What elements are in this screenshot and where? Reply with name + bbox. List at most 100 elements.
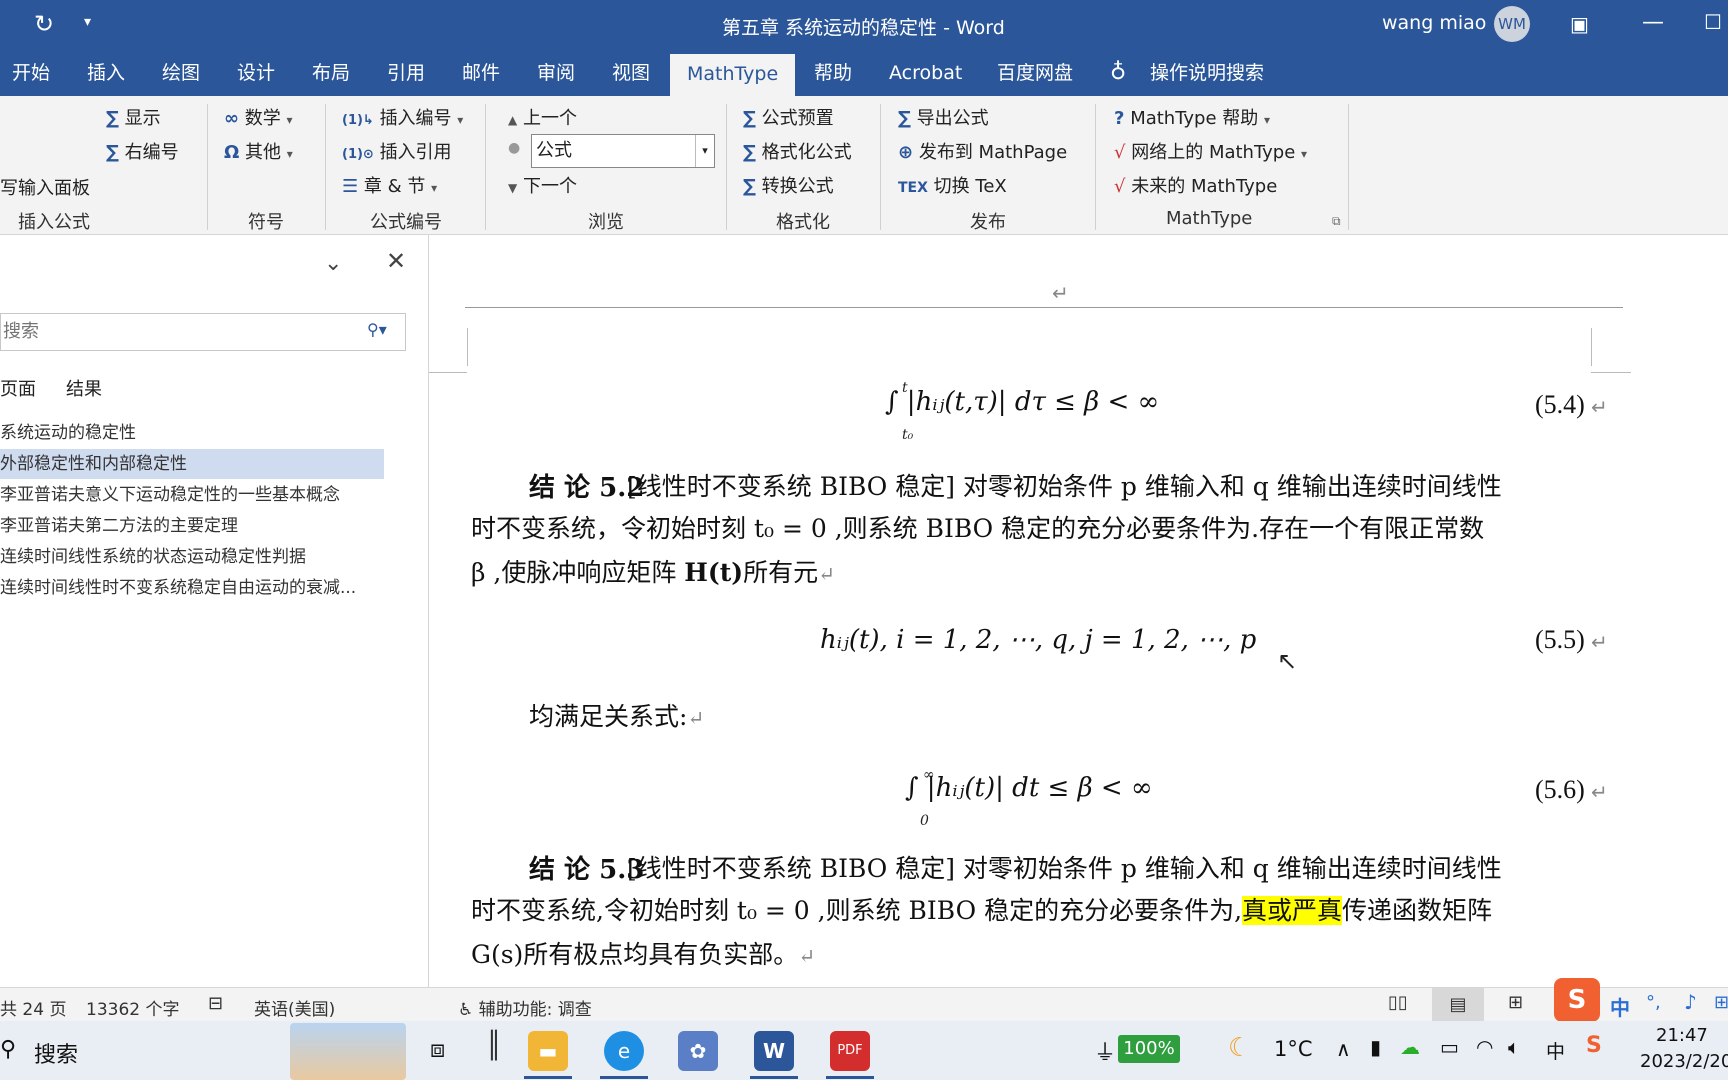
next-label: 下一个 [522,176,577,197]
search-icon[interactable]: ⚲ [0,1037,16,1062]
file-explorer-icon[interactable]: ▬ [528,1031,568,1071]
microphone-icon[interactable]: ♪ [1684,990,1697,1014]
tab-help[interactable]: 帮助 [814,50,852,96]
battery-icon[interactable]: ▭ [1440,1035,1459,1059]
tab-acrobat[interactable]: Acrobat [889,50,962,96]
accessibility-status[interactable]: ♿ 辅助功能: 调查 [458,995,592,1020]
other-symbols-button[interactable]: Ω 其他 ▾ [224,138,293,164]
moon-weather-icon[interactable]: ☾ [1228,1033,1251,1063]
ime-indicator[interactable]: 中 [1546,1037,1565,1064]
microphone-icon[interactable]: ▮ [1370,1035,1381,1059]
keyboard-icon[interactable]: ⊞ [1714,992,1728,1013]
margin-corner-mark [467,328,468,366]
language[interactable]: 英语(美国) [254,995,335,1020]
task-view-icon[interactable]: ⧈ [430,1035,445,1063]
word-app-icon[interactable]: W [754,1031,794,1071]
minimize-icon[interactable]: — [1642,10,1664,35]
word-count[interactable]: 13362 个字 [86,995,179,1020]
right-number-button[interactable]: ∑ 右编号 [106,138,179,164]
read-mode-icon[interactable]: ▯▯ [1388,992,1408,1013]
punctuation-icon[interactable]: °, [1646,992,1661,1013]
settings-app-icon[interactable]: ✿ [678,1031,718,1071]
equation-5-5[interactable]: hᵢⱼ(t), i = 1, 2, ⋯, q, j = 1, 2, ⋯, p [820,625,1256,655]
previous-button[interactable]: ▲ 上一个 [508,104,577,130]
sogou-tray-icon[interactable]: S [1586,1033,1602,1058]
ribbon-tab-bar: 开始 插入 绘图 设计 布局 引用 邮件 审阅 视图 MathType 帮助 A… [0,50,1728,96]
mathtype-online-button[interactable]: √ 网络上的 MathType ▾ [1114,138,1307,164]
display-equation-button[interactable]: ∑ 显示 [106,104,161,130]
search-icon[interactable]: ⚲▾ [367,320,387,339]
paragraph-mark: ↵ [1591,395,1608,419]
print-layout-icon[interactable]: ▤ [1432,988,1484,1022]
nav-heading-item-selected[interactable]: 外部稳定性和内部稳定性 [0,449,384,479]
tab-design[interactable]: 设计 [237,50,275,96]
edge-browser-icon[interactable]: e [604,1031,644,1071]
volume-icon[interactable]: 🔈︎ [1508,1035,1520,1059]
export-equations-button[interactable]: ∑ 导出公式 [898,104,989,130]
wechat-icon[interactable]: ☁ [1400,1035,1420,1059]
nav-heading-item[interactable]: 李亚普诺夫第二方法的主要定理 [0,511,238,541]
tab-mathtype[interactable]: MathType [670,54,796,96]
math-symbols-button[interactable]: ∞ 数学 ▾ [224,104,293,130]
equation-presets-button[interactable]: ∑ 公式预置 [743,104,834,130]
sogou-ime-icon[interactable]: S [1554,978,1600,1022]
temperature[interactable]: 1°C [1274,1037,1313,1061]
chevron-down-icon[interactable]: ⌄ [324,251,342,276]
nav-search-input[interactable] [1,316,365,346]
clock-date[interactable]: 2023/2/20 [1640,1051,1728,1072]
handwrite-panel-button[interactable]: 写输入面板 [0,174,90,200]
avatar[interactable]: WM [1494,6,1530,42]
convert-equations-button[interactable]: ∑ 转换公式 [743,172,834,198]
taskbar-search[interactable]: 搜索 [34,1037,78,1069]
web-layout-icon[interactable]: ⊞ [1508,992,1523,1013]
nav-heading-item[interactable]: 系统运动的稳定性 [0,418,136,448]
next-button[interactable]: ▼ 下一个 [508,172,577,198]
tab-mailings[interactable]: 邮件 [462,50,500,96]
ribbon-display-icon[interactable]: ▣ [1570,12,1589,36]
chevron-up-icon[interactable]: ∧ [1336,1037,1351,1061]
nav-heading-item[interactable]: 连续时间线性系统的状态运动稳定性判据 [0,542,306,572]
tab-results[interactable]: 结果 [66,375,102,401]
nav-heading-item[interactable]: 连续时间线性时不变系统稳定自由运动的衰减... [0,573,356,603]
maximize-icon[interactable]: ☐ [1704,10,1722,34]
user-name[interactable]: wang miao [1382,12,1486,34]
dialog-launcher-icon[interactable]: ⧉ [1332,214,1341,229]
search-highlight-image[interactable] [290,1023,406,1080]
tab-baidu-netdisk[interactable]: 百度网盘 [997,50,1073,96]
mathtype-help-button[interactable]: ? MathType 帮助 ▾ [1114,104,1270,130]
chapter-section-button[interactable]: ☰ 章 & 节 ▾ [342,172,437,198]
battery-percent[interactable]: 100% [1118,1035,1180,1063]
publish-mathpage-button[interactable]: ⊕ 发布到 MathPage [898,138,1067,164]
mathtype-future-button[interactable]: √ 未来的 MathType [1114,172,1277,198]
nav-heading-item[interactable]: 李亚普诺夫意义下运动稳定性的一些基本概念 [0,480,340,510]
tab-draw[interactable]: 绘图 [162,50,200,96]
customize-qat-icon[interactable]: ▾ [84,14,91,30]
pdf-app-icon[interactable]: PDF [830,1031,870,1071]
tab-references[interactable]: 引用 [387,50,425,96]
equation-5-4[interactable]: ∫ |hᵢⱼ(t,τ)| dτ ≤ β < ∞ [885,387,1159,417]
tab-layout[interactable]: 布局 [312,50,350,96]
clock-time[interactable]: 21:47 [1656,1025,1708,1046]
tab-pages[interactable]: 页面 [0,375,36,401]
equation-5-6[interactable]: ∫ |hᵢⱼ(t)| dt ≤ β < ∞ [905,773,1153,803]
tab-home[interactable]: 开始 [12,50,50,96]
proofing-icon[interactable]: ⊟ [208,993,223,1014]
format-equations-button[interactable]: ∑ 格式化公式 [743,138,852,164]
tab-review[interactable]: 审阅 [537,50,575,96]
power-plug-icon[interactable]: ⏚ [1094,1035,1116,1067]
ime-mode[interactable]: 中 [1610,992,1630,1021]
page-count[interactable]: 共 24 页 [0,995,66,1020]
tell-me-search[interactable]: 操作说明搜索 [1150,50,1264,96]
redo-icon[interactable]: ↻ [34,10,54,38]
tab-view[interactable]: 视图 [612,50,650,96]
document-page[interactable]: ↵ t t₀ ∫ |hᵢⱼ(t,τ)| dτ ≤ β < ∞ (5.4) ↵ 结… [429,235,1728,987]
nav-search-box[interactable]: ⚲▾ [0,313,406,351]
tab-insert[interactable]: 插入 [87,50,125,96]
insert-reference-button[interactable]: (1)⊙ 插入引用 [342,138,452,164]
wifi-icon[interactable]: ◠ [1476,1035,1493,1059]
browse-type-select[interactable]: 公式 ▾ [531,134,715,168]
toggle-tex-button[interactable]: TEX 切换 TeX [898,172,1007,198]
chevron-down-icon[interactable]: ▾ [695,135,714,167]
insert-number-button[interactable]: (1)↳ 插入编号 ▾ [342,104,463,130]
close-icon[interactable]: ✕ [386,247,406,275]
